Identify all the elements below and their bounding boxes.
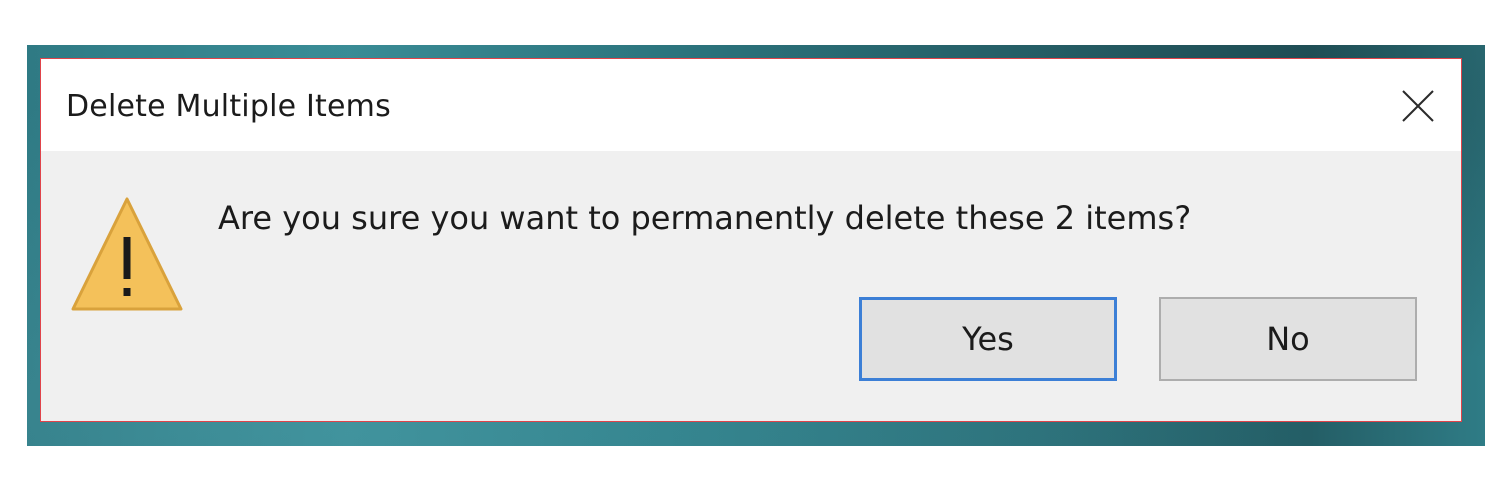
dialog-message: Are you sure you want to permanently del… — [218, 199, 1192, 237]
dialog-title: Delete Multiple Items — [66, 89, 391, 124]
warning-icon — [71, 197, 183, 311]
screenshot-page: Delete Multiple Items Are you sure you w… — [0, 0, 1512, 486]
dialog-titlebar[interactable]: Delete Multiple Items — [41, 59, 1461, 151]
yes-button[interactable]: Yes — [859, 297, 1117, 381]
close-icon — [1402, 90, 1434, 122]
no-button[interactable]: No — [1159, 297, 1417, 381]
no-button-label: No — [1266, 320, 1310, 358]
yes-button-label: Yes — [962, 320, 1014, 358]
dialog-content: Are you sure you want to permanently del… — [41, 151, 1461, 421]
delete-dialog: Delete Multiple Items Are you sure you w… — [40, 58, 1462, 422]
close-button[interactable] — [1393, 81, 1443, 131]
